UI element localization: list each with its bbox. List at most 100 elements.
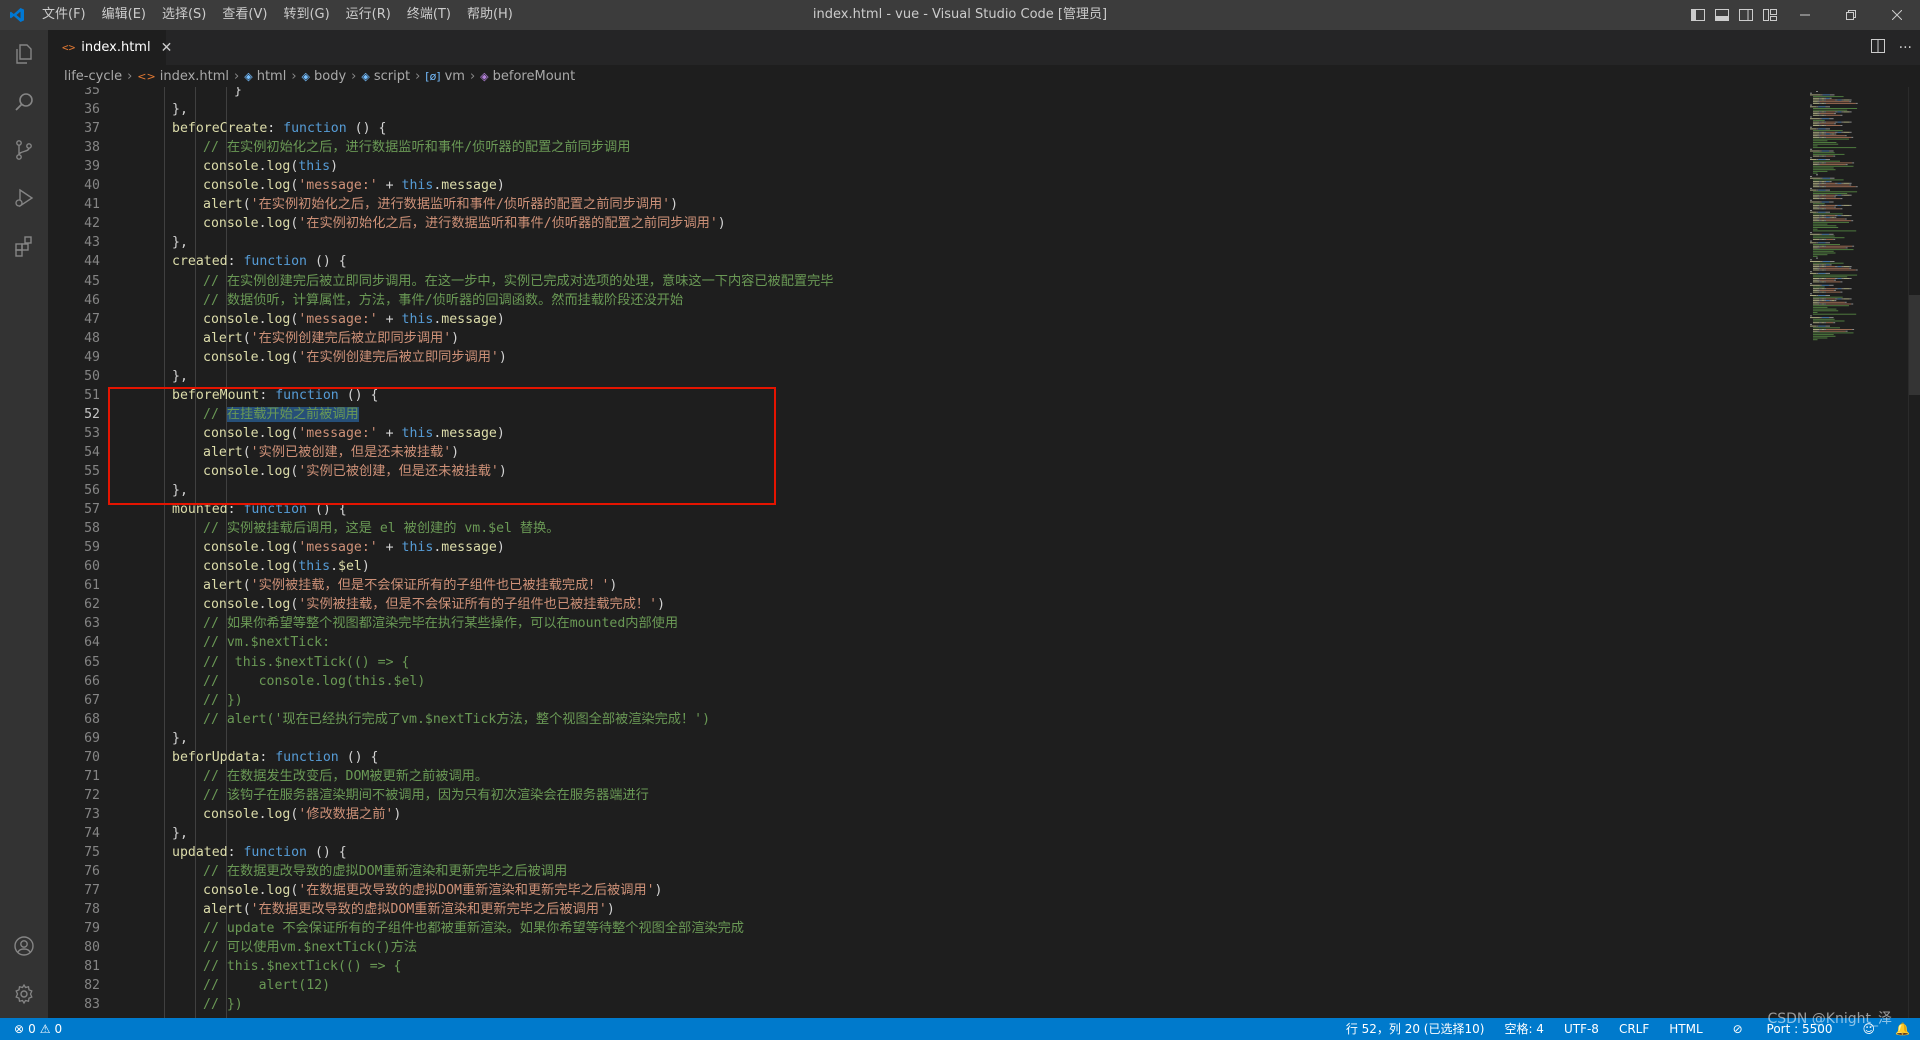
more-actions-icon[interactable]: ···	[1899, 40, 1912, 56]
toggle-secondary-sidebar-icon[interactable]	[1735, 0, 1757, 30]
code-line[interactable]: 44 created: function () {	[48, 252, 1788, 271]
code-line[interactable]: 73 console.log('修改数据之前')	[48, 805, 1788, 824]
breadcrumb-item[interactable]: <> index.html	[137, 69, 229, 84]
code-token: (	[242, 902, 251, 918]
code-line[interactable]: 66 // console.log(this.$el)	[48, 672, 1788, 691]
menu-edit[interactable]: 编辑(E)	[94, 0, 154, 30]
code-line[interactable]: 58 // 实例被挂载后调用，这是 el 被创建的 vm.$el 替换。	[48, 519, 1788, 538]
code-line[interactable]: 74},	[48, 824, 1788, 843]
code-line[interactable]: 75 updated: function () {	[48, 843, 1788, 862]
code-line[interactable]: 43},	[48, 233, 1788, 252]
breadcrumb-item[interactable]: life-cycle	[64, 69, 122, 84]
cursor-position[interactable]: 行 52，列 20 (已选择10)	[1336, 1018, 1495, 1040]
toggle-panel-icon[interactable]	[1711, 0, 1733, 30]
minimap-line	[1813, 96, 1844, 98]
code-line[interactable]: 71 // 在数据发生改变后，DOM被更新之前被调用。	[48, 767, 1788, 786]
line-number: 49	[84, 349, 100, 365]
minimap-line	[1810, 295, 1817, 296]
code-line[interactable]: 78 alert('在数据更改导致的虚拟DOM重新渲染和更新完毕之后被调用')	[48, 900, 1788, 919]
code-line[interactable]: 70 beforUpdata: function () {	[48, 748, 1788, 767]
code-line[interactable]: 45 // 在实例创建完后被立即同步调用。在这一步中，实例已完成对选项的处理，意味…	[48, 272, 1788, 291]
language-mode[interactable]: HTML	[1659, 1018, 1712, 1040]
source-control-icon[interactable]	[0, 126, 48, 174]
vertical-scrollbar[interactable]	[1908, 87, 1920, 1018]
indentation[interactable]: 空格: 4	[1494, 1018, 1554, 1040]
code-line[interactable]: 69},	[48, 729, 1788, 748]
code-line[interactable]: 40 console.log('message:' + this.message)	[48, 176, 1788, 195]
code-line[interactable]: 47 console.log('message:' + this.message)	[48, 310, 1788, 329]
minimap-line	[1813, 119, 1816, 121]
accounts-icon[interactable]	[0, 922, 48, 970]
encoding[interactable]: UTF-8	[1554, 1018, 1609, 1040]
code-line[interactable]: 81 // this.$nextTick(() => {	[48, 957, 1788, 976]
menu-help[interactable]: 帮助(H)	[459, 0, 521, 30]
minimap-line	[1813, 278, 1820, 279]
code-line[interactable]: 80 // 可以使用vm.$nextTick()方法	[48, 938, 1788, 957]
breadcrumb-item[interactable]: ◈ script	[361, 69, 410, 84]
minimap-line	[1852, 245, 1855, 247]
code-line[interactable]: 35}	[48, 87, 1788, 100]
code-token: (	[242, 197, 251, 213]
minimap-line	[1810, 210, 1812, 211]
menu-selection[interactable]: 选择(S)	[154, 0, 214, 30]
code-line[interactable]: 48 alert('在实例创建完后被立即同步调用')	[48, 329, 1788, 348]
minimap-line	[1819, 300, 1822, 302]
customize-layout-icon[interactable]	[1759, 0, 1781, 30]
code-line[interactable]: 50},	[48, 367, 1788, 386]
code-line[interactable]: 65 // this.$nextTick(() => {	[48, 653, 1788, 672]
menu-go[interactable]: 转到(G)	[275, 0, 337, 30]
explorer-icon[interactable]	[0, 30, 48, 78]
problems-indicator[interactable]: ⊗ 0 ⚠ 0	[0, 1022, 62, 1036]
close-icon[interactable]: ✕	[161, 40, 173, 56]
toggle-primary-sidebar-icon[interactable]	[1687, 0, 1709, 30]
minimize-button[interactable]	[1782, 0, 1828, 30]
code-line[interactable]: 42 console.log('在实例初始化之后，进行数据监听和事件/侦听器的配置…	[48, 214, 1788, 233]
code-line[interactable]: 62 console.log('实例被挂载，但是不会保证所有的子组件也已被挂载完成…	[48, 595, 1788, 614]
split-editor-icon[interactable]	[1870, 38, 1885, 57]
extensions-icon[interactable]	[0, 222, 48, 270]
code-token: updated	[172, 845, 228, 860]
minimap-line	[1810, 126, 1812, 128]
code-line[interactable]: 83 // })	[48, 995, 1788, 1014]
restore-button[interactable]	[1828, 0, 1874, 30]
code-line[interactable]: 64 // vm.$nextTick:	[48, 633, 1788, 652]
code-line[interactable]: 49 console.log('在实例创建完后被立即同步调用')	[48, 348, 1788, 367]
code-line[interactable]: 82 // alert(12)	[48, 976, 1788, 995]
breadcrumb-item[interactable]: ◈ html	[244, 69, 286, 84]
minimap[interactable]	[1788, 87, 1908, 1018]
code-line[interactable]: 46 // 数据侦听，计算属性，方法，事件/侦听器的回调函数。然而挂载阶段还没开始	[48, 291, 1788, 310]
code-line[interactable]: 39 console.log(this)	[48, 157, 1788, 176]
minimap-line	[1816, 159, 1819, 160]
menu-file[interactable]: 文件(F)	[34, 0, 94, 30]
menu-run[interactable]: 运行(R)	[338, 0, 399, 30]
close-window-button[interactable]	[1874, 0, 1920, 30]
code-line[interactable]: 61 alert('实例被挂载，但是不会保证所有的子组件也已被挂载完成！')	[48, 576, 1788, 595]
breadcrumb-item[interactable]: ◈ body	[302, 69, 347, 84]
breadcrumb-item[interactable]: ◈ beforeMount	[480, 69, 575, 84]
code-line[interactable]: 37 beforeCreate: function () {	[48, 119, 1788, 138]
code-line[interactable]: 76 // 在数据更改导致的虚拟DOM重新渲染和更新完毕之后被调用	[48, 862, 1788, 881]
code-line[interactable]: 36},	[48, 100, 1788, 119]
menu-view[interactable]: 查看(V)	[214, 0, 275, 30]
code-line[interactable]: 79 // update 不会保证所有的子组件也都被重新渲染。如果你希望等待整个视…	[48, 919, 1788, 938]
settings-gear-icon[interactable]	[0, 970, 48, 1018]
breadcrumb-item[interactable]: [ø] vm	[425, 69, 465, 84]
code-token: console	[203, 159, 259, 175]
code-line[interactable]: 41 alert('在实例初始化之后，进行数据监听和事件/侦听器的配置之前同步调用…	[48, 195, 1788, 214]
code-line[interactable]: 77 console.log('在数据更改导致的虚拟DOM重新渲染和更新完毕之后被…	[48, 881, 1788, 900]
run-debug-icon[interactable]	[0, 174, 48, 222]
code-editor[interactable]: 35} 36}, 37 beforeCreate: function () {38//…	[48, 87, 1920, 1018]
code-line[interactable]: 68 // alert('现在已经执行完成了vm.$nextTick方法，整个视图…	[48, 710, 1788, 729]
code-line[interactable]: 72 // 该钩子在服务器渲染期间不被调用，因为只有初次渲染会在服务器端进行	[48, 786, 1788, 805]
scrollbar-thumb[interactable]	[1909, 295, 1920, 395]
minimap-line	[1826, 288, 1835, 290]
menu-terminal[interactable]: 终端(T)	[399, 0, 459, 30]
tab-index-html[interactable]: <> index.html ✕	[48, 30, 172, 65]
code-line[interactable]: 63 // 如果你希望等整个视图都渲染完毕在执行某些操作，可以在mounted内部…	[48, 614, 1788, 633]
search-icon[interactable]	[0, 78, 48, 126]
line-ending[interactable]: CRLF	[1609, 1018, 1659, 1040]
code-line[interactable]: 59 console.log('message:' + this.message)	[48, 538, 1788, 557]
code-line[interactable]: 67 // })	[48, 691, 1788, 710]
code-line[interactable]: 38 // 在实例初始化之后，进行数据监听和事件/侦听器的配置之前同步调用	[48, 138, 1788, 157]
code-line[interactable]: 60 console.log(this.$el)	[48, 557, 1788, 576]
